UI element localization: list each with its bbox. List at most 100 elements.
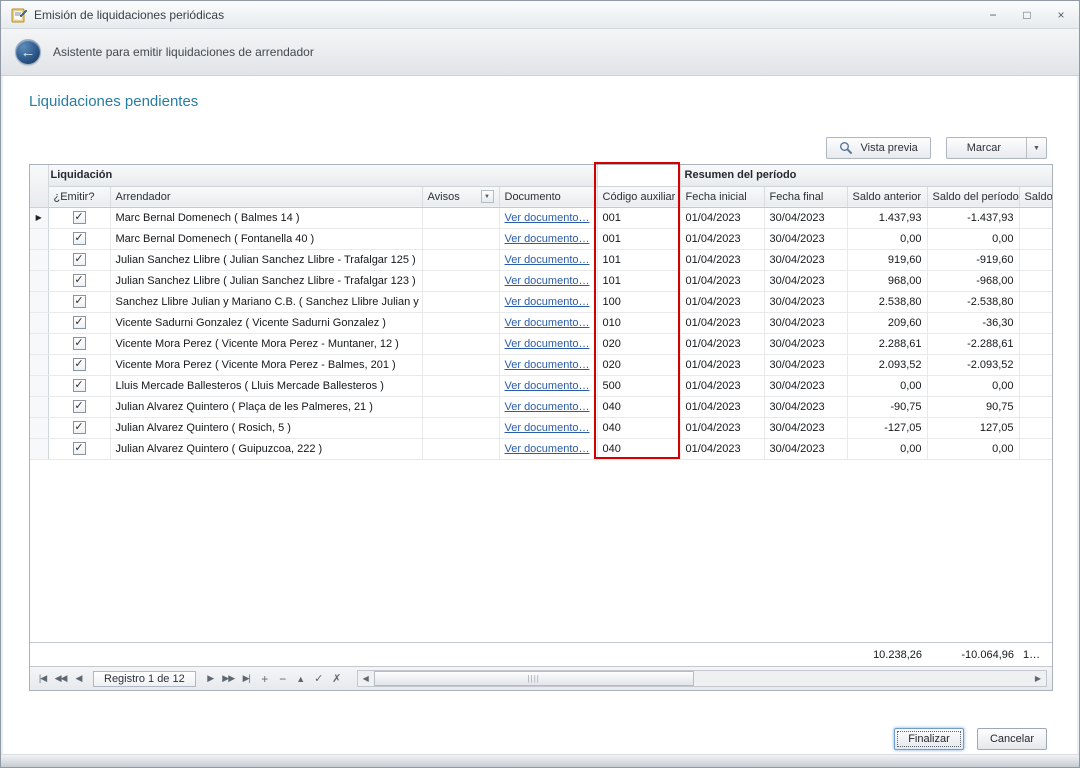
column-header-documento[interactable]: Documento [499, 186, 597, 207]
scrollbar-track[interactable]: |||| [374, 671, 1030, 686]
minimize-icon[interactable]: − [985, 8, 1001, 22]
mark-dropdown-button[interactable]: ▼ [1026, 138, 1046, 158]
column-header-avisos[interactable]: Avisos ▼ [422, 186, 499, 207]
nav-cancel-icon[interactable]: ✗ [329, 672, 344, 685]
mark-button[interactable]: Marcar ▼ [946, 137, 1047, 159]
nav-prev-icon[interactable]: ◀ [71, 673, 86, 684]
nav-last-icon[interactable]: ▶| [239, 673, 254, 684]
column-header-saldo-anterior[interactable]: Saldo anterior [847, 186, 927, 207]
group-header-resumen: Resumen del período [680, 165, 1053, 186]
documento-link[interactable]: Ver documento… [499, 249, 597, 270]
nav-post-icon[interactable]: ✓ [311, 672, 326, 685]
back-button[interactable]: ← [15, 39, 41, 65]
saldo-anterior-cell: 2.538,80 [847, 291, 927, 312]
column-header-fecha-inicial[interactable]: Fecha inicial [680, 186, 764, 207]
horizontal-scrollbar[interactable]: ◀ |||| ▶ [357, 670, 1047, 687]
table-row[interactable]: ✓ Marc Bernal Domenech ( Fontanella 40 )… [30, 228, 1053, 249]
table-row[interactable]: ✓ Julian Sanchez Llibre ( Julian Sanchez… [30, 270, 1053, 291]
emitir-checkbox[interactable]: ✓ [73, 442, 86, 455]
fecha-inicial-cell: 01/04/2023 [680, 417, 764, 438]
mark-button-label[interactable]: Marcar [947, 138, 1019, 158]
avisos-cell [422, 438, 499, 459]
avisos-cell [422, 333, 499, 354]
saldo-cell [1019, 396, 1053, 417]
emitir-checkbox[interactable]: ✓ [73, 211, 86, 224]
maximize-icon[interactable]: □ [1019, 8, 1035, 22]
column-header-codigo[interactable]: Código auxiliar [597, 186, 680, 207]
saldo-anterior-cell: -127,05 [847, 417, 927, 438]
arrendador-cell: Sanchez Llibre Julian y Mariano C.B. ( S… [110, 291, 422, 312]
documento-link[interactable]: Ver documento… [499, 438, 597, 459]
table-row[interactable]: ✓ Vicente Sadurni Gonzalez ( Vicente Sad… [30, 312, 1053, 333]
documento-link[interactable]: Ver documento… [499, 228, 597, 249]
documento-link[interactable]: Ver documento… [499, 396, 597, 417]
documento-link[interactable]: Ver documento… [499, 417, 597, 438]
documento-link[interactable]: Ver documento… [499, 291, 597, 312]
emitir-cell[interactable]: ✓ [48, 438, 110, 459]
documento-link[interactable]: Ver documento… [499, 312, 597, 333]
emitir-cell[interactable]: ✓ [48, 396, 110, 417]
emitir-cell[interactable]: ✓ [48, 270, 110, 291]
emitir-cell[interactable]: ✓ [48, 375, 110, 396]
row-indicator [30, 354, 48, 375]
documento-link[interactable]: Ver documento… [499, 375, 597, 396]
table-row[interactable]: ✓ Vicente Mora Perez ( Vicente Mora Pere… [30, 354, 1053, 375]
fecha-inicial-cell: 01/04/2023 [680, 228, 764, 249]
row-indicator [30, 291, 48, 312]
emitir-checkbox[interactable]: ✓ [73, 295, 86, 308]
emitir-cell[interactable]: ✓ [48, 417, 110, 438]
documento-link[interactable]: Ver documento… [499, 207, 597, 228]
nav-append-icon[interactable]: + [257, 672, 272, 686]
emitir-cell[interactable]: ✓ [48, 291, 110, 312]
nav-next-icon[interactable]: ▶ [203, 673, 218, 684]
emitir-checkbox[interactable]: ✓ [73, 253, 86, 266]
emitir-checkbox[interactable]: ✓ [73, 316, 86, 329]
nav-next-page-icon[interactable]: ▶▶ [221, 673, 236, 684]
emitir-cell[interactable]: ✓ [48, 228, 110, 249]
preview-button[interactable]: Vista previa [826, 137, 930, 159]
nav-prev-page-icon[interactable]: ◀◀ [53, 673, 68, 684]
emitir-cell[interactable]: ✓ [48, 354, 110, 375]
emitir-checkbox[interactable]: ✓ [73, 379, 86, 392]
nav-first-icon[interactable]: |◀ [35, 673, 50, 684]
column-header-saldo-periodo[interactable]: Saldo del período [927, 186, 1019, 207]
window-title: Emisión de liquidaciones periódicas [34, 8, 224, 22]
scroll-right-icon[interactable]: ▶ [1030, 674, 1046, 683]
scroll-left-icon[interactable]: ◀ [358, 674, 374, 683]
documento-link[interactable]: Ver documento… [499, 354, 597, 375]
emitir-checkbox[interactable]: ✓ [73, 400, 86, 413]
emitir-cell[interactable]: ✓ [48, 207, 110, 228]
table-row[interactable]: ✓ Vicente Mora Perez ( Vicente Mora Pere… [30, 333, 1053, 354]
fecha-final-cell: 30/04/2023 [764, 354, 847, 375]
column-header-emitir[interactable]: ¿Emitir? [48, 186, 110, 207]
table-row[interactable]: ✓ Sanchez Llibre Julian y Mariano C.B. (… [30, 291, 1053, 312]
table-row[interactable]: ✓ Julian Alvarez Quintero ( Rosich, 5 ) … [30, 417, 1053, 438]
column-header-fecha-final[interactable]: Fecha final [764, 186, 847, 207]
finish-button[interactable]: Finalizar [894, 728, 964, 750]
emitir-checkbox[interactable]: ✓ [73, 337, 86, 350]
documento-link[interactable]: Ver documento… [499, 333, 597, 354]
emitir-checkbox[interactable]: ✓ [73, 274, 86, 287]
avisos-filter-button[interactable]: ▼ [481, 190, 494, 203]
documento-link[interactable]: Ver documento… [499, 270, 597, 291]
table-row[interactable]: ✓ Lluis Mercade Ballesteros ( Lluis Merc… [30, 375, 1053, 396]
column-header-arrendador[interactable]: Arrendador [110, 186, 422, 207]
close-icon[interactable]: × [1053, 8, 1069, 22]
emitir-checkbox[interactable]: ✓ [73, 358, 86, 371]
table-row[interactable]: ✓ Julian Alvarez Quintero ( Guipuzcoa, 2… [30, 438, 1053, 459]
nav-delete-icon[interactable]: − [275, 672, 290, 686]
emitir-cell[interactable]: ✓ [48, 312, 110, 333]
emitir-checkbox[interactable]: ✓ [73, 421, 86, 434]
column-header-saldo[interactable]: Saldo [1019, 186, 1053, 207]
nav-edit-icon[interactable]: ▲ [293, 674, 308, 684]
table-row[interactable]: ✓ Julian Sanchez Llibre ( Julian Sanchez… [30, 249, 1053, 270]
saldo-periodo-cell: -2.538,80 [927, 291, 1019, 312]
emitir-cell[interactable]: ✓ [48, 333, 110, 354]
emitir-checkbox[interactable]: ✓ [73, 232, 86, 245]
table-row[interactable]: ▶ ✓ Marc Bernal Domenech ( Balmes 14 ) V… [30, 207, 1053, 228]
emitir-cell[interactable]: ✓ [48, 249, 110, 270]
scrollbar-thumb[interactable]: |||| [374, 671, 694, 686]
cancel-button[interactable]: Cancelar [977, 728, 1047, 750]
table-row[interactable]: ✓ Julian Alvarez Quintero ( Plaça de les… [30, 396, 1053, 417]
preview-button-label: Vista previa [860, 142, 917, 154]
